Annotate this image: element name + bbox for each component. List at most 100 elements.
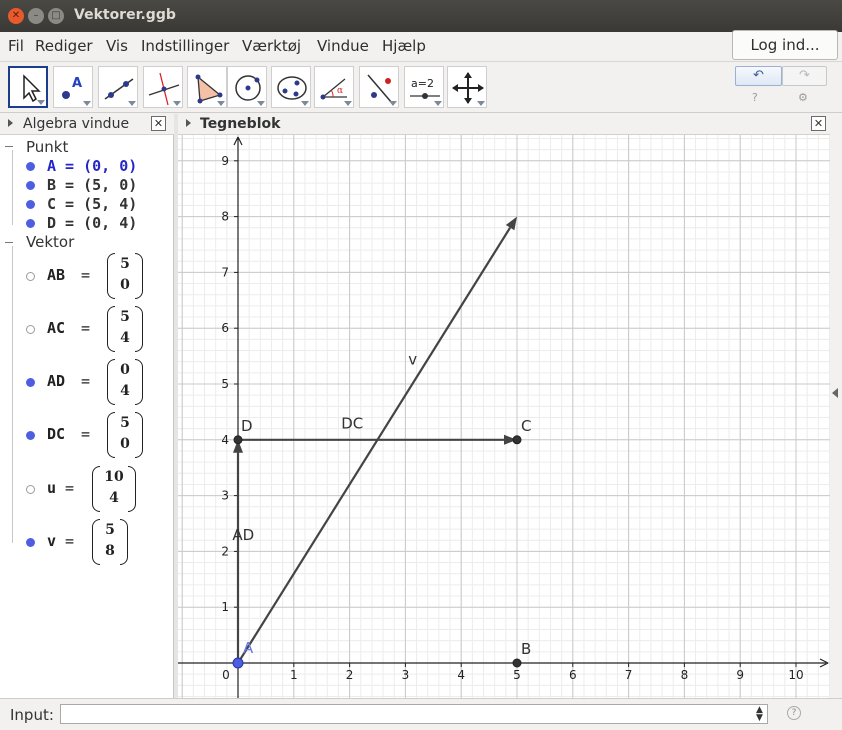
vector-AD-name[interactable]: AD [47, 372, 65, 390]
point-visibility-toggle[interactable] [26, 162, 35, 171]
login-button[interactable]: Log ind... [732, 30, 838, 60]
menu-vis[interactable]: Vis [106, 37, 128, 55]
algebra-view: Punkt A = (0, 0) B = (5, 0) C = (5, 4) D… [0, 135, 174, 698]
menu-vindue[interactable]: Vindue [317, 37, 369, 55]
vector-visibility-toggle[interactable] [26, 538, 35, 547]
collapse-points-icon[interactable] [4, 142, 13, 151]
equals-sign: = [81, 425, 91, 443]
expand-sidebar-icon[interactable] [832, 388, 838, 398]
svg-text:A: A [72, 76, 82, 91]
y-tick-label: 9 [221, 154, 229, 168]
vector-AC-value: 5 4 [107, 306, 143, 352]
vector-AB-y: 0 [120, 277, 130, 293]
point-C [512, 435, 522, 445]
perpendicular-tool-button[interactable] [143, 66, 183, 108]
menu-hjaelp[interactable]: Hjælp [382, 37, 426, 55]
collapse-triangle-icon[interactable] [8, 119, 13, 127]
vector-AC-name[interactable]: AC [47, 319, 65, 337]
vector-visibility-toggle[interactable] [26, 325, 35, 334]
point-visibility-toggle[interactable] [26, 181, 35, 190]
equals-sign: = [81, 319, 91, 337]
vector-visibility-toggle[interactable] [26, 378, 35, 387]
settings-icon[interactable]: ⚙ [798, 91, 808, 104]
vector-v-name[interactable]: v [47, 532, 56, 550]
point-tool-button[interactable]: A [53, 66, 93, 108]
vector-visibility-toggle[interactable] [26, 272, 35, 281]
tree-line [12, 150, 13, 225]
point-visibility-toggle[interactable] [26, 200, 35, 209]
tree-line [12, 246, 13, 543]
vector-visibility-toggle[interactable] [26, 431, 35, 440]
point-B-label: B [521, 640, 531, 658]
menu-bar: Fil Rediger Vis Indstillinger Værktøj Vi… [0, 32, 842, 62]
point-D-definition[interactable]: D = (0, 4) [47, 214, 137, 232]
circle-tool-button[interactable] [227, 66, 267, 108]
move-tool-button[interactable] [8, 66, 48, 108]
algebra-view-header: Algebra vindue ✕ [0, 114, 174, 135]
menu-rediger[interactable]: Rediger [35, 37, 93, 55]
slider-tool-label: a=2 [411, 77, 434, 90]
reflect-tool-button[interactable] [359, 66, 399, 108]
collapse-vectors-icon[interactable] [4, 238, 13, 247]
vector-AB-name[interactable]: AB [47, 266, 65, 284]
close-window-button[interactable]: ✕ [8, 8, 24, 24]
coordinate-plane[interactable]: 0 1 2 3 4 5 6 7 8 9 10 1 2 3 4 5 6 7 8 9 AD DC v A B C D [178, 135, 830, 698]
vector-v-value: 5 8 [92, 519, 128, 565]
menu-indstillinger[interactable]: Indstillinger [141, 37, 229, 55]
graphics-view-header: Tegneblok ✕ [178, 114, 830, 135]
svg-text:α: α [337, 86, 343, 96]
point-B [512, 658, 522, 668]
point-visibility-toggle[interactable] [26, 219, 35, 228]
y-tick-label: 1 [221, 600, 229, 614]
collapse-triangle-icon[interactable] [186, 119, 191, 127]
point-A [232, 657, 244, 669]
equals-sign: = [65, 532, 75, 550]
input-help-icon[interactable]: ? [787, 706, 801, 720]
equals-sign: = [65, 479, 75, 497]
graphics-close-button[interactable]: ✕ [811, 116, 826, 131]
menu-fil[interactable]: Fil [8, 37, 24, 55]
vector-u-name[interactable]: u [47, 479, 56, 497]
help-icon[interactable]: ? [752, 91, 758, 104]
x-tick-label: 6 [569, 668, 577, 682]
x-tick-label: 4 [457, 668, 465, 682]
line-tool-button[interactable] [98, 66, 138, 108]
x-tick-label: 1 [290, 668, 298, 682]
point-A-label: A [243, 639, 254, 657]
algebra-close-button[interactable]: ✕ [151, 116, 166, 131]
move-graphics-tool-button[interactable] [447, 66, 487, 108]
dropdown-triangle-icon [257, 101, 265, 106]
graphics-view[interactable]: 0 1 2 3 4 5 6 7 8 9 10 1 2 3 4 5 6 7 8 9 AD DC v A B C D [178, 135, 830, 698]
polygon-tool-button[interactable] [187, 66, 227, 108]
redo-button[interactable]: ↷ [782, 66, 827, 86]
vector-u-y: 4 [109, 490, 119, 506]
menu-vaerktoej[interactable]: Værktøj [242, 37, 301, 55]
vector-visibility-toggle[interactable] [26, 485, 35, 494]
equals-sign: = [81, 372, 91, 390]
point-C-definition[interactable]: C = (5, 4) [47, 195, 137, 213]
vector-DC-name[interactable]: DC [47, 425, 65, 443]
point-B-definition[interactable]: B = (5, 0) [47, 176, 137, 194]
undo-button[interactable]: ↶ [735, 66, 782, 86]
maximize-window-button[interactable]: □ [48, 8, 64, 24]
x-tick-label: 5 [513, 668, 521, 682]
dropdown-triangle-icon [173, 101, 181, 106]
minimize-window-button[interactable]: – [28, 8, 44, 24]
vector-AC-y: 4 [120, 330, 130, 346]
angle-tool-button[interactable]: α [314, 66, 354, 108]
vector-DC-value: 5 0 [107, 412, 143, 458]
dropdown-triangle-icon [37, 100, 45, 105]
input-history-arrows-icon[interactable]: ▲ ▼ [756, 706, 763, 723]
conic-tool-button[interactable] [271, 66, 311, 108]
slider-tool-button[interactable]: a=2 [404, 66, 444, 108]
point-D [233, 435, 243, 445]
x-tick-label: 7 [625, 668, 633, 682]
side-panel-strip [830, 114, 842, 698]
title-bar: ✕ – □ Vektorer.ggb [0, 0, 842, 32]
dropdown-triangle-icon [389, 101, 397, 106]
dropdown-triangle-icon [128, 101, 136, 106]
vectors-group-label: Vektor [26, 233, 75, 251]
input-field[interactable] [60, 704, 768, 724]
y-tick-label: 2 [221, 544, 229, 558]
point-A-definition[interactable]: A = (0, 0) [47, 157, 137, 175]
